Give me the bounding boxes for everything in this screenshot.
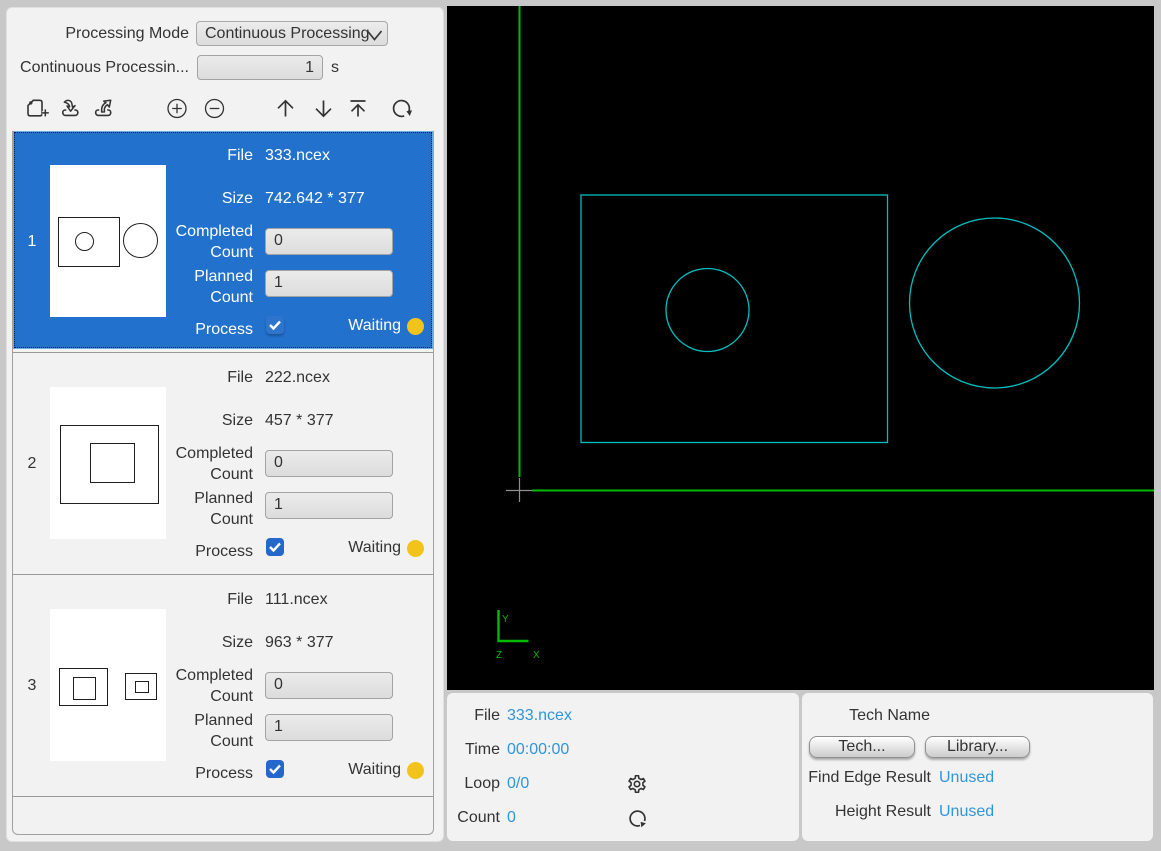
svg-text:Z: Z bbox=[496, 650, 502, 661]
svg-text:X: X bbox=[533, 650, 540, 661]
svg-text:Y: Y bbox=[502, 614, 509, 625]
